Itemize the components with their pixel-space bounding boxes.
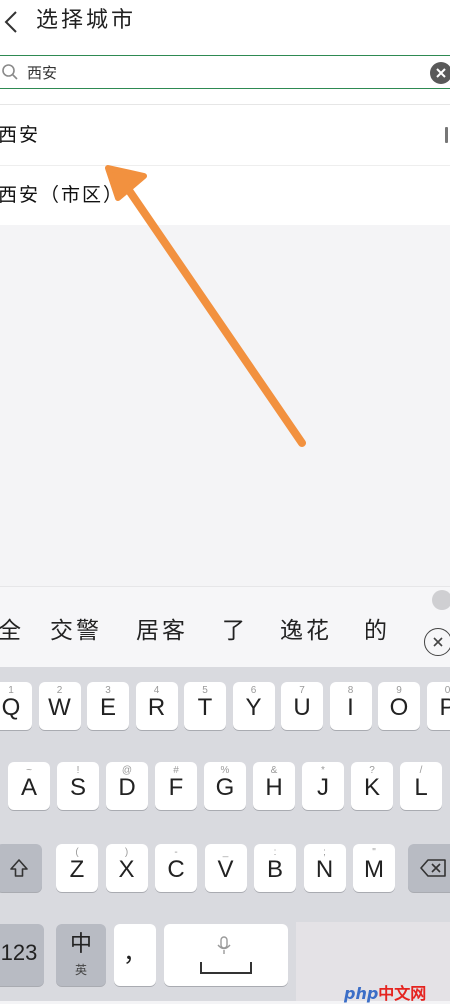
key-c[interactable]: -C <box>155 844 197 892</box>
key-label: J <box>302 774 344 802</box>
top-bar: 选择城市 <box>0 0 450 47</box>
item-edge-marker <box>445 127 448 143</box>
key-label: Q <box>0 694 32 722</box>
key-label: R <box>136 694 178 722</box>
key-k[interactable]: ?K <box>351 762 393 810</box>
key-label: O <box>378 694 420 722</box>
result-label: 西安（市区） <box>0 180 124 207</box>
key-f[interactable]: #F <box>155 762 197 810</box>
key-label: C <box>155 856 197 884</box>
backspace-icon <box>419 858 447 878</box>
arrow-up-icon <box>8 857 30 879</box>
key-label: Y <box>233 694 275 722</box>
microphone-icon <box>216 936 232 956</box>
result-item-xian[interactable]: 西安 <box>0 105 450 166</box>
key-w[interactable]: 2W <box>39 682 81 730</box>
candidate-word[interactable]: 的 <box>364 611 390 645</box>
key-t[interactable]: 5T <box>184 682 226 730</box>
key-o[interactable]: 9O <box>378 682 420 730</box>
close-icon <box>435 67 447 79</box>
key-label: H <box>253 774 295 802</box>
candidate-close-button[interactable] <box>424 628 450 656</box>
language-switch-key[interactable]: 中 英 <box>56 924 106 986</box>
candidate-word[interactable]: 了 <box>222 611 248 645</box>
key-label: X <box>106 856 148 884</box>
space-bar-icon <box>200 962 252 974</box>
comma-key[interactable]: ， <box>114 924 156 986</box>
key-u[interactable]: 7U <box>281 682 323 730</box>
page-title: 选择城市 <box>36 2 136 34</box>
key-label: E <box>87 694 129 722</box>
key-label: L <box>400 774 442 802</box>
key-label: G <box>204 774 246 802</box>
search-input[interactable] <box>27 60 417 84</box>
key-label: D <box>106 774 148 802</box>
key-h[interactable]: &H <box>253 762 295 810</box>
key-label: V <box>205 856 247 884</box>
key-label: U <box>281 694 323 722</box>
search-results-list: 西安 西安（市区） <box>0 105 450 225</box>
key-label: B <box>254 856 296 884</box>
chevron-left-icon <box>0 6 28 36</box>
key-label: 中 <box>56 926 106 958</box>
key-label: A <box>8 774 50 802</box>
key-label: I <box>330 694 372 722</box>
key-label: S <box>57 774 99 802</box>
key-y[interactable]: 6Y <box>233 682 275 730</box>
search-section <box>0 46 450 105</box>
close-icon <box>432 636 444 648</box>
key-d[interactable]: @D <box>106 762 148 810</box>
key-label: ， <box>114 933 156 968</box>
key-label: P <box>427 694 450 722</box>
key-e[interactable]: 3E <box>87 682 129 730</box>
candidate-word[interactable]: 逸花 <box>280 611 332 645</box>
search-icon <box>1 63 19 81</box>
shift-key[interactable] <box>0 844 42 892</box>
watermark-cn: 中文网 <box>378 984 426 1003</box>
key-j[interactable]: *J <box>302 762 344 810</box>
back-button[interactable] <box>0 6 28 36</box>
key-label: W <box>39 694 81 722</box>
key-z[interactable]: (Z <box>56 844 98 892</box>
result-item-xian-urban[interactable]: 西安（市区） <box>0 165 450 225</box>
key-label: F <box>155 774 197 802</box>
key-r[interactable]: 4R <box>136 682 178 730</box>
key-label: K <box>351 774 393 802</box>
numbers-key[interactable]: 123 <box>0 924 44 986</box>
key-l[interactable]: /L <box>400 762 442 810</box>
candidate-word[interactable]: 交警 <box>50 611 102 645</box>
key-b[interactable]: :B <box>254 844 296 892</box>
key-a[interactable]: ~A <box>8 762 50 810</box>
search-box[interactable] <box>0 55 450 89</box>
candidate-word[interactable]: 居客 <box>136 611 188 645</box>
watermark-logo: php中文网 <box>344 980 426 1004</box>
ime-info-icon[interactable] <box>432 590 450 610</box>
key-g[interactable]: %G <box>204 762 246 810</box>
key-label: 123 <box>0 940 44 966</box>
result-label: 西安 <box>0 120 40 147</box>
key-x[interactable]: )X <box>106 844 148 892</box>
key-n[interactable]: ;N <box>304 844 346 892</box>
key-label: N <box>304 856 346 884</box>
key-s[interactable]: !S <box>57 762 99 810</box>
candidate-word[interactable]: 全 <box>0 611 24 645</box>
key-v[interactable]: _V <box>205 844 247 892</box>
space-key[interactable] <box>164 924 288 986</box>
city-select-screen: 选择城市 西安 西安（市区） 全 交警 居客 了 <box>0 0 450 1001</box>
key-p[interactable]: 0P <box>427 682 450 730</box>
watermark-php: php <box>344 984 378 1003</box>
key-sublabel: 英 <box>56 961 106 978</box>
ime-candidate-bar: 全 交警 居客 了 逸花 的 <box>0 586 450 667</box>
key-i[interactable]: 8I <box>330 682 372 730</box>
clear-search-button[interactable] <box>430 62 450 84</box>
key-label: M <box>353 856 395 884</box>
key-q[interactable]: 1Q <box>0 682 32 730</box>
key-label: Z <box>56 856 98 884</box>
key-m[interactable]: "M <box>353 844 395 892</box>
backspace-key[interactable] <box>408 844 450 892</box>
key-label: T <box>184 694 226 722</box>
